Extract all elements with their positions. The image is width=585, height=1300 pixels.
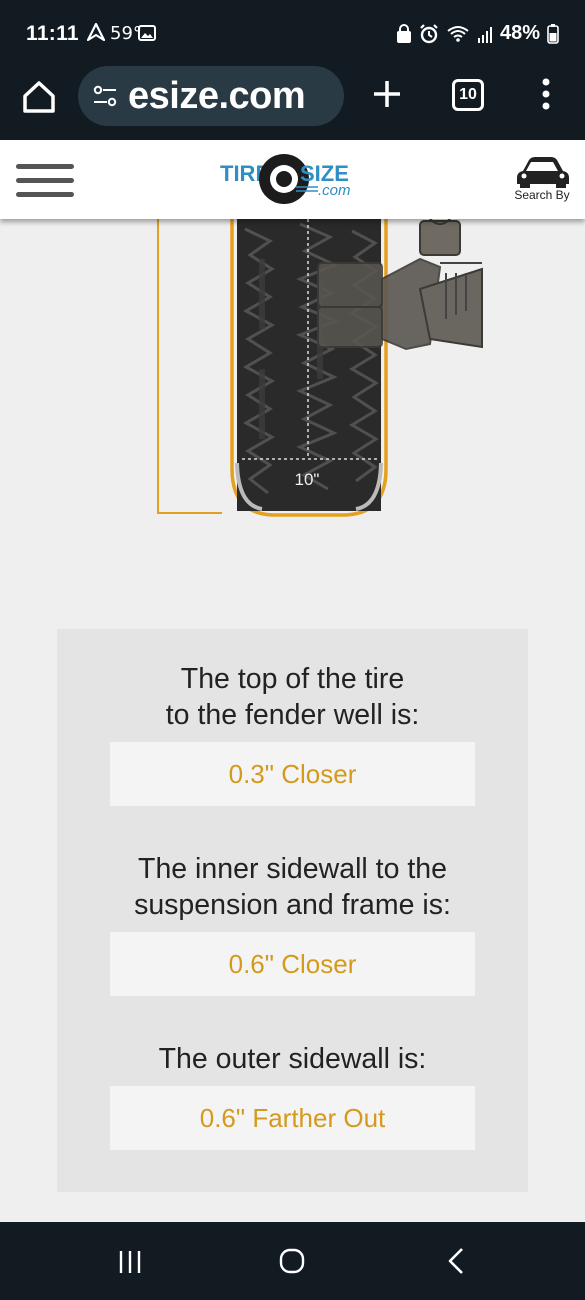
url-text[interactable]: esize.com: [128, 75, 306, 118]
address-bar[interactable]: esize.com: [78, 66, 344, 126]
result-3-value: 0.6" Farther Out: [110, 1086, 475, 1150]
recent-apps-icon[interactable]: [117, 1249, 143, 1275]
battery-icon: [547, 23, 559, 44]
tiresize-logo[interactable]: TIRE SIZE .com: [218, 151, 368, 207]
browser-toolbar: esize.com 10: [0, 66, 585, 140]
alarm-icon: [420, 23, 438, 43]
home-icon[interactable]: [278, 1247, 306, 1275]
result-2-heading-line1: The inner sidewall to the: [138, 853, 447, 885]
fender-measure-line: [157, 219, 222, 514]
lock-recycle-icon: [396, 23, 411, 43]
battery-percent: 48%: [499, 22, 540, 44]
result-2-heading: The inner sidewall to the suspension and…: [57, 851, 528, 923]
more-options-icon[interactable]: [536, 76, 556, 114]
signal-icon: [477, 26, 492, 43]
result-1-heading: The top of the tire to the fender well i…: [57, 661, 528, 733]
navigation-arrow-icon: [87, 23, 105, 41]
car-icon: [517, 157, 569, 188]
results-card: The top of the tire to the fender well i…: [57, 629, 528, 1192]
tab-switcher-button[interactable]: 10: [452, 79, 484, 111]
gallery-icon: [138, 25, 156, 41]
result-2-heading-line2: suspension and frame is:: [134, 889, 451, 921]
system-navigation-bar: [0, 1222, 585, 1300]
tire-width-label: 10": [295, 470, 320, 489]
hamburger-menu-icon[interactable]: [16, 164, 74, 198]
result-1-value: 0.3" Closer: [110, 742, 475, 806]
result-1-heading-line2: to the fender well is:: [165, 699, 420, 731]
wifi-icon: [447, 25, 469, 42]
status-right-icons: 48%: [396, 22, 559, 45]
result-3-heading: The outer sidewall is:: [57, 1041, 528, 1077]
status-time: 11:11: [26, 22, 79, 45]
browser-home-icon[interactable]: [20, 78, 58, 116]
search-by-button[interactable]: Search By: [511, 154, 573, 202]
result-2-value: 0.6" Closer: [110, 932, 475, 996]
svg-text:.com: .com: [318, 182, 351, 199]
site-header: TIRE SIZE .com Search By: [0, 140, 585, 219]
new-tab-icon[interactable]: [370, 77, 404, 111]
site-settings-icon[interactable]: [92, 83, 118, 109]
result-3-heading-line1: The outer sidewall is:: [158, 1043, 427, 1075]
result-1-heading-line1: The top of the tire: [180, 663, 405, 695]
back-icon[interactable]: [446, 1247, 466, 1275]
tire-fitment-diagram: 10": [157, 219, 483, 517]
status-bar: 11:11 59° 48%: [0, 0, 585, 66]
search-by-label: Search By: [514, 188, 570, 202]
